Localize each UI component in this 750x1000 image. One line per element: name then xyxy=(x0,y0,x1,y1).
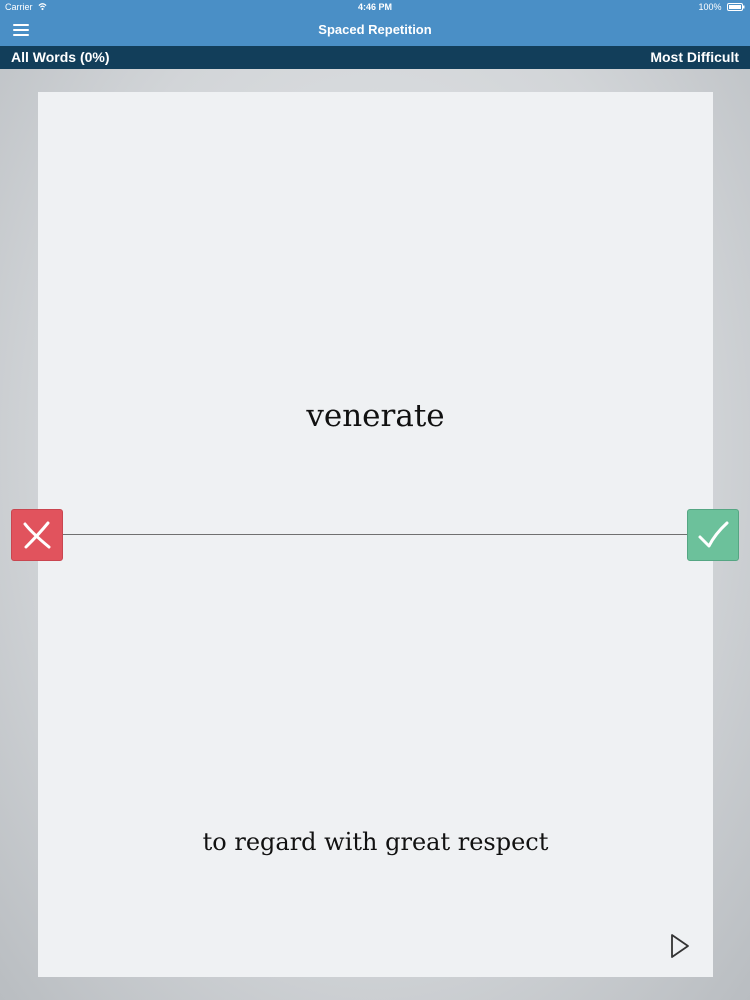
card-divider xyxy=(38,534,713,535)
battery-label: 100% xyxy=(698,2,722,12)
mark-wrong-button[interactable] xyxy=(11,509,63,561)
page-title: Spaced Repetition xyxy=(318,22,432,37)
flashcard-word: venerate xyxy=(306,398,445,434)
mark-correct-button[interactable] xyxy=(687,509,739,561)
most-difficult-filter[interactable]: Most Difficult xyxy=(650,46,739,69)
battery-icon xyxy=(727,3,745,11)
play-icon[interactable] xyxy=(667,932,693,960)
flashcard-definition: to regard with great respect xyxy=(202,828,549,856)
clock: 4:46 PM xyxy=(357,2,392,12)
battery-indicator: 100% xyxy=(698,0,745,14)
checkmark-icon xyxy=(698,521,729,548)
x-icon xyxy=(23,521,51,549)
navigation-bar: Spaced Repetition xyxy=(0,14,750,46)
all-words-filter[interactable]: All Words (0%) xyxy=(11,46,110,69)
status-bar: Carrier 4:46 PM 100% xyxy=(0,0,750,14)
deck-filter-bar: All Words (0%) Most Difficult xyxy=(0,46,750,69)
